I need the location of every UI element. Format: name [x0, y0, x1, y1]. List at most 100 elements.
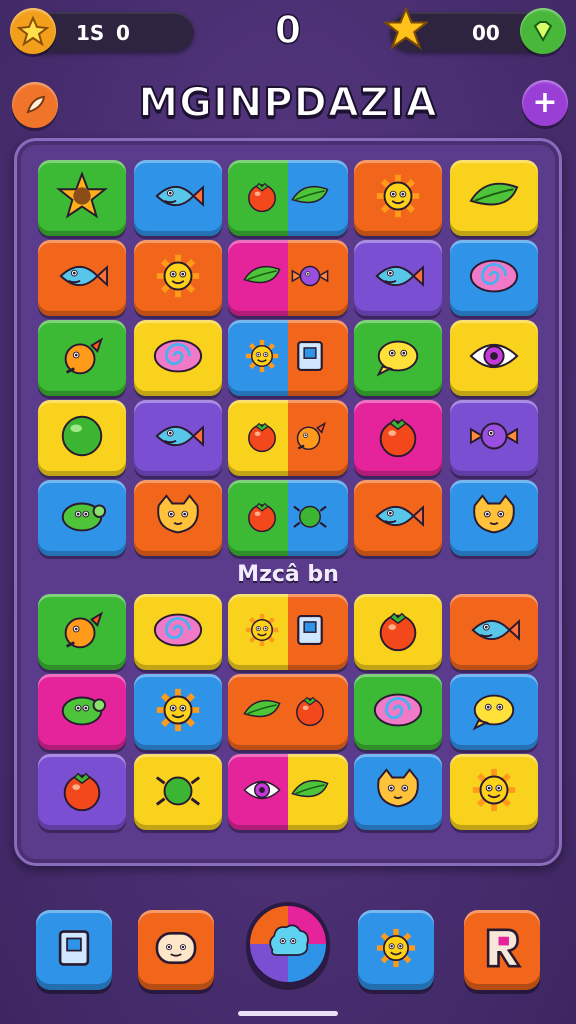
top-tile-r3-c4[interactable] [354, 320, 442, 396]
tomato-icon [53, 764, 111, 820]
top-tile-r5-c4[interactable] [354, 480, 442, 556]
top-tile-r4-c5[interactable] [450, 400, 538, 476]
top-tile-r4-c2[interactable] [134, 400, 222, 476]
tomato-icon [288, 688, 336, 736]
top-tile-r2-c1[interactable] [38, 240, 126, 316]
bird-icon [53, 604, 111, 660]
top-tile-r3-c5[interactable] [450, 320, 538, 396]
bottom-tile-r3-c5[interactable] [450, 754, 538, 830]
bird-icon [288, 414, 336, 462]
top-tile-r4-c1[interactable] [38, 400, 126, 476]
r-block-button[interactable] [464, 910, 540, 990]
top-tile-r5-c3[interactable] [228, 480, 348, 556]
sun-icon [370, 924, 422, 976]
bottom-tile-r3-c4[interactable] [354, 754, 442, 830]
fish-icon [369, 490, 427, 546]
bottom-tile-r1-c5[interactable] [450, 594, 538, 670]
face-icon [150, 924, 202, 976]
top-tile-r1-c3[interactable] [228, 160, 348, 236]
game-title: MGINPDAZIA [137, 79, 438, 127]
bottom-tile-r3-c1[interactable] [38, 754, 126, 830]
fish-icon [369, 250, 427, 306]
top-tile-r1-c2[interactable] [134, 160, 222, 236]
ball-icon [53, 410, 111, 466]
top-tile-r1-c1[interactable] [38, 160, 126, 236]
leaf-icon [240, 254, 288, 302]
bottom-tile-r2-c3[interactable] [228, 674, 348, 750]
r-block-icon [476, 924, 528, 976]
letter-block-button[interactable] [36, 910, 112, 990]
home-indicator [238, 1011, 338, 1016]
top-tile-r1-c5[interactable] [450, 160, 538, 236]
sun-icon [240, 334, 288, 382]
bug-icon [288, 494, 336, 542]
top-tile-r2-c3[interactable] [228, 240, 348, 316]
top-tile-r5-c2[interactable] [134, 480, 222, 556]
top-tile-r4-c3[interactable] [228, 400, 348, 476]
swirl-eye-icon [149, 604, 207, 660]
block-icon [288, 608, 336, 656]
cloud-creature-icon [262, 918, 314, 970]
leaf-icon [288, 174, 336, 222]
bottom-tile-r2-c1[interactable] [38, 674, 126, 750]
top-tile-r5-c1[interactable] [38, 480, 126, 556]
leaf-icon [240, 688, 288, 736]
plus-icon: + [532, 85, 558, 120]
chick-icon [369, 330, 427, 386]
top-tile-r2-c4[interactable] [354, 240, 442, 316]
tomato-icon [369, 604, 427, 660]
right-counter-value: 00 [472, 21, 500, 45]
bottom-tile-r1-c3[interactable] [228, 594, 348, 670]
fish-icon [53, 250, 111, 306]
cat-icon [465, 490, 523, 546]
eye-icon [465, 330, 523, 386]
section-label: Mzcâ bn [237, 562, 339, 587]
fish-icon [149, 170, 207, 226]
top-tile-r3-c1[interactable] [38, 320, 126, 396]
top-tile-r3-c2[interactable] [134, 320, 222, 396]
sun-icon [465, 764, 523, 820]
top-tile-r3-c3[interactable] [228, 320, 348, 396]
swirl-eye-icon [465, 250, 523, 306]
tomato-icon [240, 174, 288, 222]
leaf-icon [288, 768, 336, 816]
fish-icon [465, 604, 523, 660]
bird-icon [53, 330, 111, 386]
top-tile-r2-c5[interactable] [450, 240, 538, 316]
bottom-tile-r2-c2[interactable] [134, 674, 222, 750]
star-creature-icon [53, 170, 111, 226]
turtle-icon [53, 490, 111, 546]
bottom-tile-r1-c1[interactable] [38, 594, 126, 670]
bottom-tile-r2-c5[interactable] [450, 674, 538, 750]
bottom-tile-r2-c4[interactable] [354, 674, 442, 750]
cat-icon [149, 490, 207, 546]
top-tile-r5-c5[interactable] [450, 480, 538, 556]
tomato-icon [369, 410, 427, 466]
eye-icon [240, 768, 288, 816]
sun-icon [240, 608, 288, 656]
center-play-button[interactable] [246, 902, 330, 986]
leaf-icon [465, 170, 523, 226]
bottom-tile-r3-c2[interactable] [134, 754, 222, 830]
gold-star-icon [382, 5, 430, 54]
bottom-tile-r3-c3[interactable] [228, 754, 348, 830]
sun-icon [149, 684, 207, 740]
candy-icon [288, 254, 336, 302]
sun-icon [149, 250, 207, 306]
top-tile-r4-c4[interactable] [354, 400, 442, 476]
bug-icon [149, 764, 207, 820]
bottom-tile-r1-c4[interactable] [354, 594, 442, 670]
block-icon [288, 334, 336, 382]
candy-icon [465, 410, 523, 466]
bottom-tile-r1-c2[interactable] [134, 594, 222, 670]
face-button[interactable] [138, 910, 214, 990]
top-tile-r1-c4[interactable] [354, 160, 442, 236]
green-gem-button[interactable] [520, 8, 566, 54]
top-tile-r2-c2[interactable] [134, 240, 222, 316]
swirl-candy-icon [149, 330, 207, 386]
add-button[interactable]: + [522, 80, 568, 126]
tomato-icon [240, 414, 288, 462]
sun-icon [369, 170, 427, 226]
fish-icon [149, 410, 207, 466]
sun-button[interactable] [358, 910, 434, 990]
